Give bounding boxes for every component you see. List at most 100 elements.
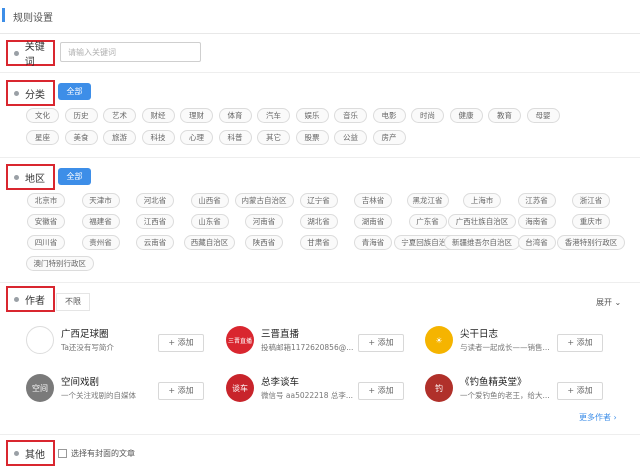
region-all-button[interactable]: 全部 [58, 168, 91, 185]
region-option[interactable]: 江西省 [136, 214, 174, 229]
category-option[interactable]: 房产 [372, 130, 406, 145]
category-option[interactable]: 体育 [218, 108, 252, 123]
region-option[interactable]: 内蒙古自治区 [234, 193, 294, 208]
author-name[interactable]: 广西足球圈 [61, 326, 109, 340]
category-option[interactable]: 科技 [141, 130, 175, 145]
bullet-icon [14, 174, 19, 180]
add-author-button[interactable]: + 添加 [158, 382, 204, 400]
author-description: 投稿邮箱1172620856@... [261, 343, 354, 352]
category-section-label: 分类 [6, 80, 55, 106]
author-avatar[interactable]: 三晋直播 [226, 326, 254, 354]
author-name[interactable]: 总李谈车 [261, 374, 299, 388]
keyword-input[interactable] [60, 42, 201, 62]
category-option[interactable]: 理财 [180, 108, 213, 123]
expand-toggle[interactable]: 展开 ⌄ [596, 297, 621, 308]
other-section-label: 其他 [6, 440, 55, 466]
bullet-icon [14, 450, 19, 456]
region-option[interactable]: 青海省 [354, 235, 392, 250]
category-option[interactable]: 美食 [64, 130, 98, 145]
region-option[interactable]: 湖南省 [354, 214, 392, 229]
region-option[interactable]: 安徽省 [27, 214, 65, 229]
cover-checkbox[interactable] [58, 449, 67, 458]
category-option[interactable]: 其它 [257, 130, 290, 145]
category-option[interactable]: 文化 [26, 108, 59, 123]
more-authors-link[interactable]: 更多作者 › [579, 412, 617, 423]
add-author-button[interactable]: + 添加 [557, 382, 603, 400]
author-card: 空间 空间戏剧一个关注戏剧的自媒体 + 添加 [26, 374, 216, 414]
region-option[interactable]: 贵州省 [81, 235, 120, 250]
region-option[interactable]: 河南省 [245, 214, 283, 229]
region-option[interactable]: 新疆维吾尔自治区 [444, 235, 520, 250]
cover-checkbox-label: 选择有封面的文章 [71, 449, 135, 458]
page-header: 规则设置 [0, 0, 640, 34]
category-option[interactable]: 科普 [218, 130, 252, 145]
category-option[interactable]: 娱乐 [295, 108, 329, 123]
category-option[interactable]: 音乐 [334, 108, 367, 123]
region-option[interactable]: 海南省 [517, 214, 556, 229]
region-option[interactable]: 辽宁省 [299, 193, 338, 208]
region-option[interactable]: 重庆市 [572, 214, 610, 229]
region-option[interactable]: 陕西省 [245, 235, 283, 250]
page-title: 规则设置 [13, 13, 53, 24]
region-option[interactable]: 广西壮族自治区 [448, 214, 516, 229]
region-option[interactable]: 西藏自治区 [184, 235, 235, 250]
region-option[interactable]: 台湾省 [517, 235, 556, 250]
author-description: 微信号 aa5022218 总李... [261, 391, 354, 400]
category-option[interactable]: 母婴 [526, 108, 560, 123]
category-option[interactable]: 教育 [488, 108, 521, 123]
author-avatar[interactable]: 钓 [425, 374, 453, 402]
region-option[interactable]: 四川省 [27, 235, 65, 250]
author-avatar[interactable] [26, 326, 54, 354]
author-description: 一个关注戏剧的自媒体 [61, 391, 136, 400]
category-option[interactable]: 心理 [180, 130, 213, 145]
author-avatar[interactable]: ☀ [425, 326, 453, 354]
author-name[interactable]: 尖干日志 [460, 326, 498, 340]
category-option[interactable]: 股票 [295, 130, 329, 145]
category-option[interactable]: 健康 [449, 108, 483, 123]
add-author-button[interactable]: + 添加 [358, 382, 404, 400]
author-avatar[interactable]: 谈车 [226, 374, 254, 402]
bullet-icon [14, 50, 19, 56]
category-option[interactable]: 星座 [26, 130, 59, 145]
divider [0, 282, 640, 283]
author-name[interactable]: 空间戏剧 [61, 374, 99, 388]
divider [0, 72, 640, 73]
add-author-button[interactable]: + 添加 [557, 334, 603, 352]
region-option[interactable]: 山东省 [190, 214, 229, 229]
region-option[interactable]: 上海市 [463, 193, 501, 208]
category-option[interactable]: 电影 [372, 108, 406, 123]
author-avatar[interactable]: 空间 [26, 374, 54, 402]
category-option[interactable]: 历史 [64, 108, 98, 123]
region-option[interactable]: 云南省 [136, 235, 174, 250]
region-option[interactable]: 香港特别行政区 [557, 235, 625, 250]
region-option[interactable]: 黑龙江省 [406, 193, 449, 208]
region-option[interactable]: 湖北省 [299, 214, 338, 229]
region-option[interactable]: 广东省 [408, 214, 447, 229]
region-option[interactable]: 吉林省 [354, 193, 392, 208]
category-option[interactable]: 财经 [141, 108, 175, 123]
author-section-label: 作者 [6, 286, 55, 312]
category-option[interactable]: 公益 [334, 130, 367, 145]
author-name[interactable]: 《钓鱼精英堂》 [460, 374, 527, 388]
category-all-button[interactable]: 全部 [58, 83, 91, 100]
category-option[interactable]: 汽车 [257, 108, 290, 123]
region-option[interactable]: 浙江省 [572, 193, 610, 208]
region-option[interactable]: 甘肃省 [299, 235, 338, 250]
category-option[interactable]: 时尚 [411, 108, 444, 123]
region-option[interactable]: 福建省 [81, 214, 120, 229]
region-option[interactable]: 山西省 [190, 193, 229, 208]
add-author-button[interactable]: + 添加 [158, 334, 204, 352]
category-option[interactable]: 艺术 [103, 108, 136, 123]
author-unlimited-button[interactable]: 不限 [56, 293, 90, 311]
category-option[interactable]: 旅游 [103, 130, 136, 145]
author-card: 三晋直播 三晋直播 投稿邮箱1172620856@... + 添加 [226, 326, 416, 366]
region-option[interactable]: 澳门特别行政区 [26, 256, 94, 271]
region-option[interactable]: 天津市 [81, 193, 120, 208]
add-author-button[interactable]: + 添加 [358, 334, 404, 352]
region-option[interactable]: 北京市 [27, 193, 65, 208]
region-option[interactable]: 河北省 [136, 193, 174, 208]
author-card: 谈车 总李谈车微信号 aa5022218 总李... + 添加 [226, 374, 416, 414]
author-name[interactable]: 三晋直播 [261, 326, 299, 340]
author-description: 与读者一起成长——销售... [460, 343, 550, 352]
region-option[interactable]: 江苏省 [517, 193, 556, 208]
